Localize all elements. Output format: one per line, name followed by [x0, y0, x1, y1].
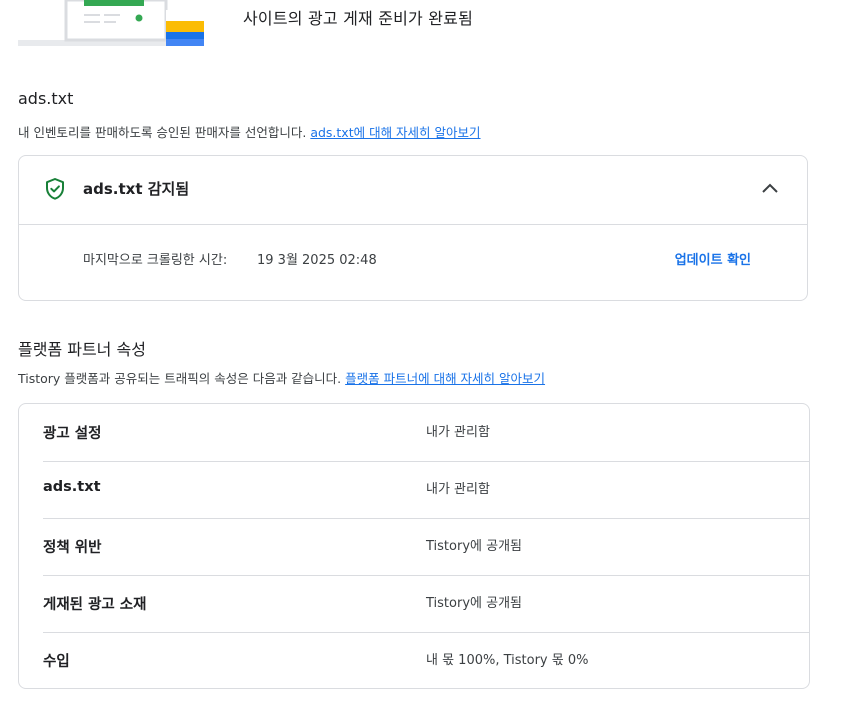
table-row: 수입 내 몫 100%, Tistory 몫 0%: [43, 632, 809, 689]
page: 사이트의 광고 게재 준비가 완료됨 ads.txt 내 인벤토리를 판매하도록…: [0, 0, 863, 708]
verified-shield-icon: [46, 178, 64, 200]
check-update-button[interactable]: 업데이트 확인: [675, 249, 751, 268]
property-key: 수입: [43, 654, 70, 670]
ready-banner-title: 사이트의 광고 게재 준비가 완료됨: [243, 9, 474, 28]
partner-section-title: 플랫폼 파트너 속성: [18, 340, 146, 359]
table-row: 게재된 광고 소재 Tistory에 공개됨: [43, 575, 809, 633]
partner-description-text: Tistory 플랫폼과 공유되는 트래픽의 속성은 다음과 같습니다.: [18, 371, 342, 386]
property-value: 내가 관리함: [426, 482, 490, 497]
property-value: 내 몫 100%, Tistory 몫 0%: [426, 653, 589, 668]
property-key: 게재된 광고 소재: [43, 597, 147, 613]
property-key: ads.txt: [43, 479, 101, 495]
chevron-up-icon[interactable]: [759, 178, 781, 200]
site-ready-illustration: [18, 0, 204, 46]
property-value: 내가 관리함: [426, 425, 490, 440]
ads-txt-status-header[interactable]: ads.txt 감지됨: [19, 156, 807, 225]
property-value: Tistory에 공개됨: [426, 539, 522, 554]
property-value: Tistory에 공개됨: [426, 596, 522, 611]
property-key: 광고 설정: [43, 426, 102, 442]
ads-txt-description-text: 내 인벤토리를 판매하도록 승인된 판매자를 선언합니다.: [18, 125, 307, 140]
last-crawled-label: 마지막으로 크롤링한 시간:: [83, 253, 228, 268]
table-row: ads.txt 내가 관리함: [43, 461, 809, 519]
ads-txt-section-title: ads.txt: [18, 89, 74, 108]
ads-txt-status-title: ads.txt 감지됨: [83, 180, 190, 198]
ads-txt-status-card: ads.txt 감지됨 마지막으로 크롤링한 시간: 19 3월 2025 02…: [18, 155, 808, 301]
table-row: 정책 위반 Tistory에 공개됨: [43, 518, 809, 576]
last-crawled-value: 19 3월 2025 02:48: [257, 253, 377, 268]
partner-properties-table: 광고 설정 내가 관리함 ads.txt 내가 관리함 정책 위반 Tistor…: [18, 403, 810, 689]
partner-learn-more-link[interactable]: 플랫폼 파트너에 대해 자세히 알아보기: [345, 371, 545, 386]
table-row: 광고 설정 내가 관리함: [43, 404, 809, 462]
partner-section-description: Tistory 플랫폼과 공유되는 트래픽의 속성은 다음과 같습니다. 플랫폼…: [18, 368, 545, 387]
ads-txt-learn-more-link[interactable]: ads.txt에 대해 자세히 알아보기: [310, 125, 480, 140]
ads-txt-section-description: 내 인벤토리를 판매하도록 승인된 판매자를 선언합니다. ads.txt에 대…: [18, 122, 481, 141]
property-key: 정책 위반: [43, 540, 102, 556]
